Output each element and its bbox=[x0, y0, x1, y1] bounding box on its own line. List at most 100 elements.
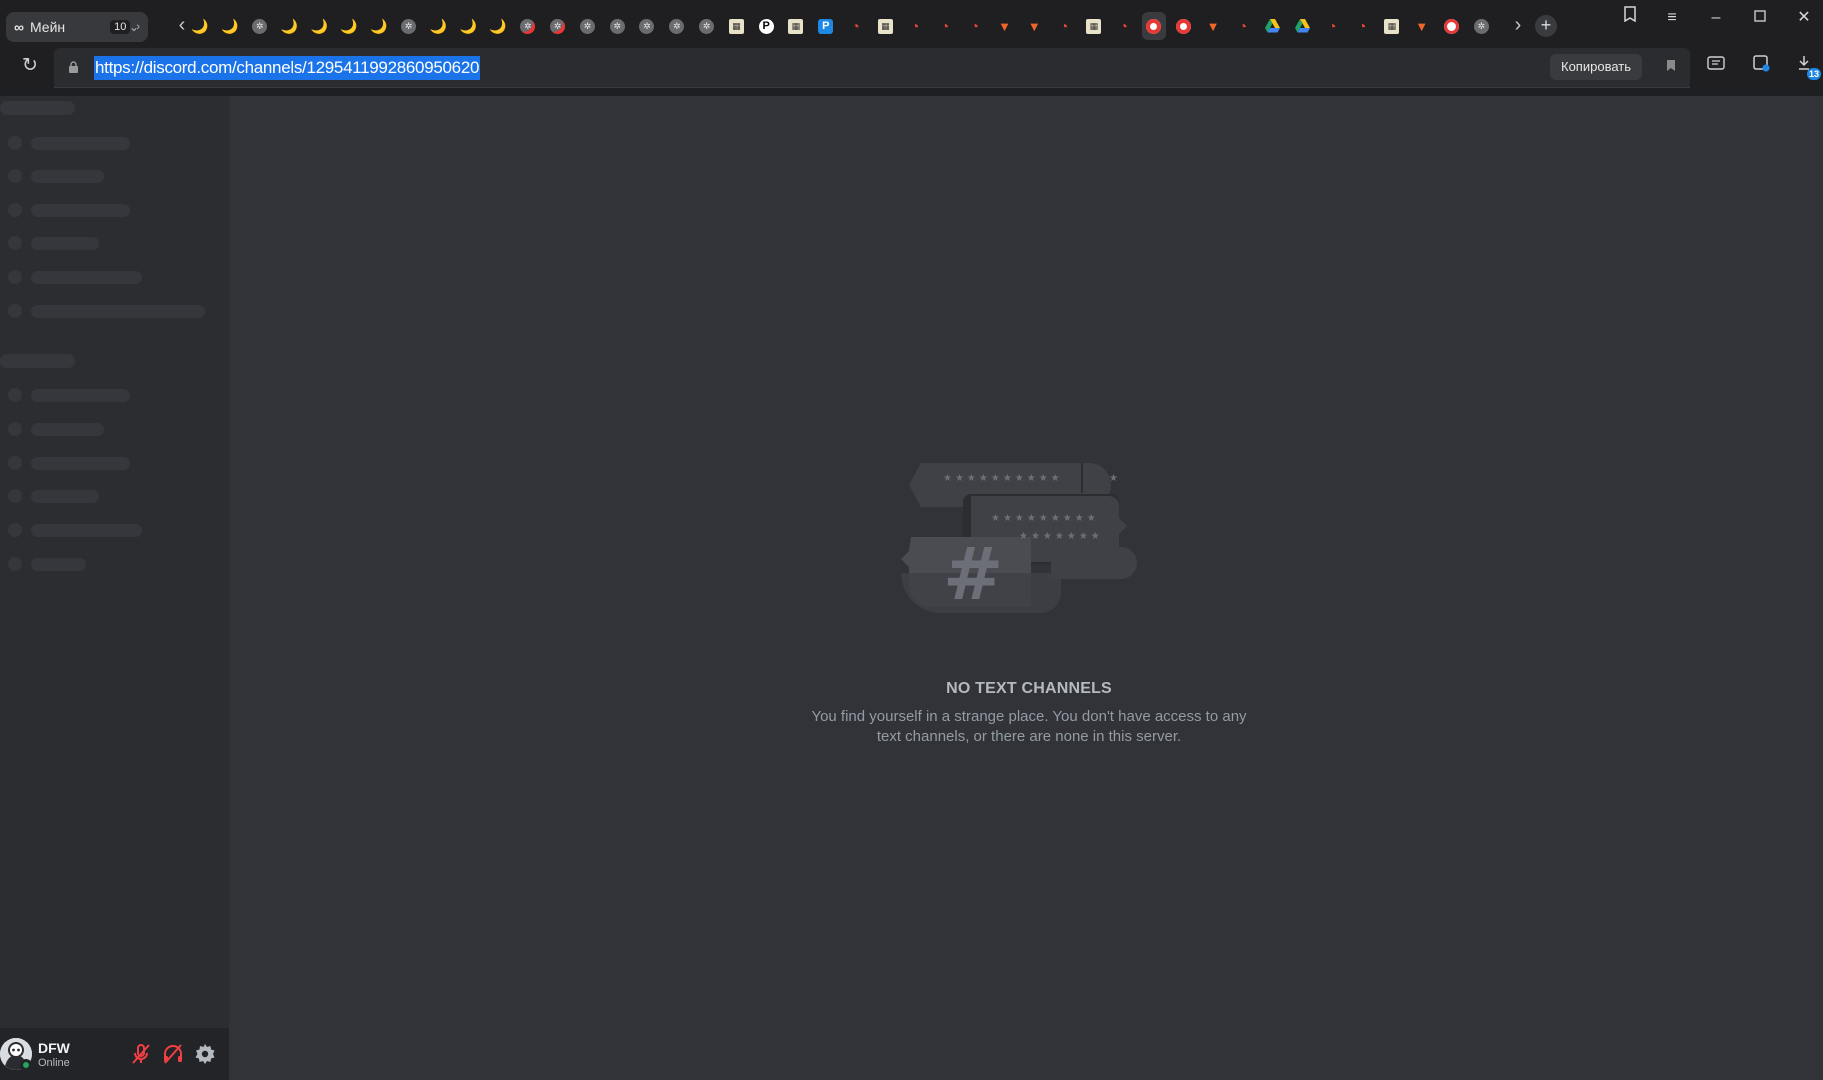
extension-icon[interactable] bbox=[1748, 54, 1774, 80]
badge-favicon-icon: ✲ bbox=[609, 18, 625, 34]
banana-favicon-icon: 🌙 bbox=[221, 17, 239, 34]
gdrive-favicon-icon bbox=[1265, 19, 1281, 34]
workspace-icon: ∞ bbox=[14, 19, 24, 35]
pic-favicon-icon: ▦ bbox=[728, 18, 744, 34]
user-status-text: Online bbox=[38, 1057, 70, 1069]
browser-tab[interactable]: ✲ bbox=[1469, 12, 1493, 40]
badge-favicon-icon: ✲ bbox=[252, 18, 268, 34]
browser-tab[interactable]: P bbox=[814, 12, 838, 40]
address-bar-row: ↻ https://discord.com/channels/129541199… bbox=[0, 48, 1823, 88]
browser-tab[interactable]: ▦ bbox=[873, 12, 897, 40]
browser-tab[interactable]: ▼ bbox=[1022, 12, 1046, 40]
tabs-scroll-right-icon[interactable]: › bbox=[1508, 14, 1528, 38]
browser-tab[interactable]: 🌙 bbox=[486, 12, 510, 40]
browser-tab[interactable]: ✲ bbox=[397, 12, 421, 40]
browser-tab[interactable]: ◔ bbox=[1350, 12, 1374, 40]
browser-tab[interactable] bbox=[1290, 12, 1314, 40]
browser-tab[interactable]: 🌙 bbox=[337, 12, 361, 40]
menu-icon[interactable]: ≡ bbox=[1657, 6, 1687, 30]
browser-tab[interactable]: ✲ bbox=[248, 12, 272, 40]
fox-favicon-icon: ▼ bbox=[1415, 18, 1429, 34]
browser-tab[interactable]: 🌙 bbox=[277, 12, 301, 40]
browser-tab[interactable]: ✲ bbox=[695, 12, 719, 40]
svg-text:★★★★★★★★★: ★★★★★★★★★ bbox=[991, 513, 1099, 524]
red-d-favicon-icon: ◔ bbox=[1328, 17, 1337, 34]
new-tab-button[interactable]: + bbox=[1535, 15, 1557, 37]
maximize-button[interactable] bbox=[1745, 6, 1775, 30]
svg-text:★★★★★★★★★★: ★★★★★★★★★★ bbox=[943, 473, 1063, 484]
user-settings-gear-icon[interactable] bbox=[193, 1042, 217, 1066]
browser-tab[interactable]: P bbox=[754, 12, 778, 40]
browser-tab[interactable] bbox=[1141, 12, 1166, 40]
browser-tab[interactable]: ▦ bbox=[1380, 12, 1404, 40]
browser-tab[interactable]: 🌙 bbox=[188, 12, 212, 40]
circ-r-favicon-icon bbox=[1175, 18, 1191, 34]
browser-tab[interactable]: ✲ bbox=[635, 12, 659, 40]
close-button[interactable]: ✕ bbox=[1789, 6, 1819, 30]
pic-favicon-icon: ▦ bbox=[1086, 18, 1102, 34]
minimize-button[interactable]: – bbox=[1701, 6, 1731, 30]
svg-text:#: # bbox=[943, 532, 1003, 616]
badge-favicon-icon: ✲ bbox=[1473, 18, 1489, 34]
browser-tab[interactable]: 🌙 bbox=[307, 12, 331, 40]
browser-tab[interactable] bbox=[1261, 12, 1285, 40]
browser-tab[interactable]: ◔ bbox=[903, 12, 927, 40]
browser-tab[interactable]: ✲ bbox=[665, 12, 689, 40]
browser-tab[interactable]: ✲ bbox=[605, 12, 629, 40]
notion-favicon-icon: P bbox=[758, 18, 774, 34]
channel-sidebar: DFW Online bbox=[0, 96, 229, 1080]
browser-tab[interactable]: 🌙 bbox=[218, 12, 242, 40]
red-d-favicon-icon: ◔ bbox=[851, 17, 860, 34]
browser-tab[interactable]: 🌙 bbox=[426, 12, 450, 40]
browser-tab[interactable]: ✲ bbox=[575, 12, 599, 40]
chevron-down-icon[interactable]: ⌄ bbox=[125, 16, 143, 38]
browser-tab[interactable]: 🌙 bbox=[367, 12, 391, 40]
skeleton-category-header bbox=[0, 354, 75, 368]
empty-state-line-1: You find yourself in a strange place. Yo… bbox=[811, 708, 1247, 725]
badge-red-favicon-icon: ✲ bbox=[520, 18, 536, 34]
browser-tab[interactable]: ▦ bbox=[724, 12, 748, 40]
omnibox[interactable]: https://discord.com/channels/12954119928… bbox=[54, 48, 1690, 88]
badge-favicon-icon: ✲ bbox=[699, 18, 715, 34]
browser-tab[interactable]: ▦ bbox=[1082, 12, 1106, 40]
browser-tab[interactable]: ◔ bbox=[1320, 12, 1344, 40]
channel-content-area: # ★★★★★★★★★★ ★ ★★★★★★★★★ ★★★★★★★ NO TEXT… bbox=[229, 96, 1823, 1080]
fox-favicon-icon: ▼ bbox=[998, 18, 1011, 34]
browser-tab[interactable]: ◔ bbox=[933, 12, 957, 40]
url-text[interactable]: https://discord.com/channels/12954119928… bbox=[94, 56, 481, 80]
browser-tab[interactable]: ▼ bbox=[1201, 12, 1225, 40]
browser-tab[interactable]: ▼ bbox=[1410, 12, 1434, 40]
browser-tab[interactable]: ◔ bbox=[963, 12, 987, 40]
downloads-icon[interactable]: 13 bbox=[1791, 54, 1821, 80]
bookmark-icon[interactable] bbox=[1660, 56, 1682, 78]
lock-icon bbox=[69, 61, 78, 73]
browser-tab[interactable]: ◔ bbox=[1231, 12, 1255, 40]
collections-icon[interactable] bbox=[1615, 6, 1645, 30]
browser-tab[interactable]: 🌙 bbox=[456, 12, 480, 40]
browser-tab[interactable]: ✲ bbox=[516, 12, 540, 40]
browser-tab[interactable]: ◔ bbox=[1112, 12, 1136, 40]
pic-favicon-icon: ▦ bbox=[877, 18, 893, 34]
banana-favicon-icon: 🌙 bbox=[489, 17, 507, 34]
empty-state-title: NO TEXT CHANNELS bbox=[946, 680, 1112, 697]
username: DFW bbox=[38, 1040, 70, 1056]
browser-tab[interactable]: ◔ bbox=[844, 12, 868, 40]
badge-favicon-icon: ✲ bbox=[579, 18, 595, 34]
skeleton-category-header bbox=[0, 101, 75, 115]
reload-icon[interactable]: ↻ bbox=[18, 54, 42, 78]
browser-tab[interactable]: ◔ bbox=[1052, 12, 1076, 40]
deafen-headphones-icon[interactable] bbox=[161, 1042, 185, 1066]
browser-tab[interactable]: ✲ bbox=[546, 12, 570, 40]
red-d-favicon-icon: ◔ bbox=[940, 17, 950, 34]
banana-favicon-icon: 🌙 bbox=[191, 17, 209, 34]
fox-favicon-icon: ▼ bbox=[1027, 18, 1041, 34]
mute-microphone-icon[interactable] bbox=[129, 1042, 153, 1066]
reader-mode-icon[interactable] bbox=[1703, 54, 1729, 80]
browser-tab[interactable] bbox=[1171, 12, 1195, 40]
browser-tab[interactable] bbox=[1439, 12, 1463, 40]
browser-tab[interactable]: ▼ bbox=[993, 12, 1017, 40]
copy-url-button[interactable]: Копировать bbox=[1550, 54, 1642, 80]
red-d-favicon-icon: ◔ bbox=[1119, 17, 1128, 34]
banana-favicon-icon: 🌙 bbox=[459, 17, 477, 34]
browser-tab[interactable]: ▦ bbox=[784, 12, 808, 40]
